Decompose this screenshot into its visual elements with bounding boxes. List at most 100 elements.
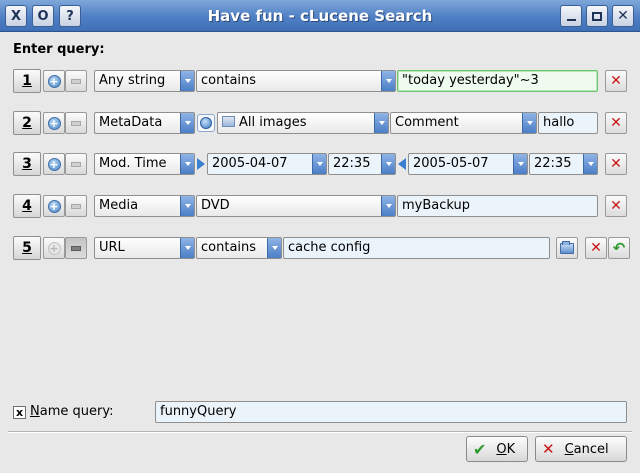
- after-arrow-icon[interactable]: [197, 158, 205, 170]
- query-value-input[interactable]: hallo: [538, 112, 598, 134]
- plus-icon: +: [47, 199, 61, 213]
- ok-button[interactable]: ✔ OK: [466, 436, 528, 462]
- delete-icon: ✕: [590, 240, 602, 256]
- field-select-value: URL: [99, 240, 125, 255]
- separator: [8, 431, 632, 433]
- delete-row-button[interactable]: ✕: [585, 237, 607, 259]
- delete-row-button[interactable]: ✕: [605, 112, 627, 134]
- chevron-down-icon: [374, 113, 388, 133]
- delete-row-button[interactable]: ✕: [605, 70, 627, 92]
- row-number-button[interactable]: 2: [13, 111, 41, 135]
- minus-icon: [71, 203, 81, 209]
- chevron-down-icon: [583, 154, 597, 174]
- folder-icon: [560, 240, 574, 254]
- cancel-button[interactable]: ✕ Cancel: [535, 436, 627, 462]
- field-select[interactable]: URL: [94, 237, 195, 259]
- add-row-button[interactable]: +: [43, 112, 65, 134]
- operator-select[interactable]: contains: [196, 70, 396, 92]
- operator-select-value: contains: [201, 240, 257, 255]
- remove-row-button[interactable]: [65, 112, 87, 134]
- operator-select[interactable]: contains: [196, 237, 282, 259]
- field-select-value: Any string: [99, 73, 166, 88]
- query-value-input[interactable]: "today yesterday"~3: [397, 70, 598, 92]
- minimize-button[interactable]: [560, 5, 582, 27]
- query-row-3: 3 + Mod. Time 2005-04-07 22:35 2005-05-0…: [0, 151, 640, 177]
- plus-icon: +: [47, 241, 61, 255]
- delete-icon: ✕: [610, 115, 622, 131]
- delete-icon: ✕: [610, 156, 622, 172]
- ok-label: OK: [496, 441, 516, 457]
- field-select[interactable]: MetaData: [94, 112, 195, 134]
- globe-icon: [200, 117, 212, 129]
- from-time-value: 22:35: [333, 156, 371, 171]
- name-query-label-mnemonic: N: [30, 404, 40, 419]
- add-row-button[interactable]: +: [43, 70, 65, 92]
- delete-icon: ✕: [610, 198, 622, 214]
- chevron-down-icon: [180, 113, 194, 133]
- sticky-window-button[interactable]: O: [32, 5, 54, 27]
- chevron-down-icon: [312, 154, 326, 174]
- medium-select-value: DVD: [201, 198, 230, 213]
- close-button[interactable]: ✕: [612, 5, 634, 27]
- delete-row-button[interactable]: ✕: [605, 153, 627, 175]
- chevron-down-icon: [513, 154, 527, 174]
- from-date-input[interactable]: 2005-04-07: [207, 153, 327, 175]
- undo-button[interactable]: ↶: [608, 237, 630, 259]
- field-select[interactable]: Media: [94, 195, 195, 217]
- remove-row-button[interactable]: [65, 70, 87, 92]
- row-number-button[interactable]: 4: [13, 194, 41, 218]
- browse-button[interactable]: [556, 237, 578, 259]
- close-window-button[interactable]: X: [5, 5, 27, 27]
- before-arrow-icon[interactable]: [398, 158, 406, 170]
- chevron-down-icon: [381, 196, 395, 216]
- remove-row-button[interactable]: [65, 237, 87, 259]
- name-query-input[interactable]: funnyQuery: [155, 401, 627, 423]
- title-bar: X O ? Have fun - cLucene Search ✕: [0, 0, 640, 32]
- chevron-down-icon: [267, 238, 281, 258]
- row-number-button[interactable]: 1: [13, 69, 41, 93]
- from-date-value: 2005-04-07: [212, 156, 288, 171]
- chevron-down-icon: [381, 154, 395, 174]
- field-select[interactable]: Any string: [94, 70, 195, 92]
- undo-icon: ↶: [612, 238, 626, 257]
- category-select-value: All images: [239, 115, 307, 130]
- maximize-button[interactable]: [586, 5, 608, 27]
- remove-row-button[interactable]: [65, 195, 87, 217]
- to-time-value: 22:35: [534, 156, 572, 171]
- search-dialog: X O ? Have fun - cLucene Search ✕ Enter …: [0, 0, 640, 473]
- property-select[interactable]: Comment: [390, 112, 537, 134]
- row-number-button[interactable]: 3: [13, 152, 41, 176]
- add-row-button[interactable]: +: [43, 237, 65, 259]
- chevron-down-icon: [180, 238, 194, 258]
- to-time-input[interactable]: 22:35: [529, 153, 598, 175]
- field-select-value: Media: [99, 198, 139, 213]
- operator-select-value: contains: [201, 73, 257, 88]
- query-row-4: 4 + Media DVD myBackup ✕: [0, 193, 640, 219]
- category-select[interactable]: All images: [217, 112, 389, 134]
- minus-icon: [71, 78, 81, 84]
- row-number-button[interactable]: 5: [13, 236, 41, 260]
- image-icon: [222, 116, 235, 127]
- delete-row-button[interactable]: ✕: [605, 195, 627, 217]
- add-row-button[interactable]: +: [43, 153, 65, 175]
- help-button[interactable]: ?: [59, 5, 81, 27]
- query-value-input[interactable]: myBackup: [397, 195, 598, 217]
- window-title: Have fun - cLucene Search: [207, 7, 433, 25]
- remove-row-button[interactable]: [65, 153, 87, 175]
- from-time-input[interactable]: 22:35: [328, 153, 396, 175]
- metadata-options-button[interactable]: [197, 114, 215, 132]
- medium-select[interactable]: DVD: [196, 195, 396, 217]
- add-row-button[interactable]: +: [43, 195, 65, 217]
- query-row-5: 5 + URL contains cache config ✕ ↶: [0, 235, 640, 261]
- check-icon: ✔: [473, 439, 487, 459]
- field-select-value: MetaData: [99, 115, 163, 130]
- name-query-checkbox[interactable]: x: [13, 406, 26, 419]
- field-select-value: Mod. Time: [99, 156, 167, 171]
- to-date-input[interactable]: 2005-05-07: [408, 153, 528, 175]
- chevron-down-icon: [522, 113, 536, 133]
- property-select-value: Comment: [395, 115, 459, 130]
- name-query-label: Name query:: [30, 404, 113, 419]
- query-value-input[interactable]: cache config: [283, 237, 550, 259]
- field-select[interactable]: Mod. Time: [94, 153, 195, 175]
- name-query-label-text: ame query:: [39, 404, 114, 419]
